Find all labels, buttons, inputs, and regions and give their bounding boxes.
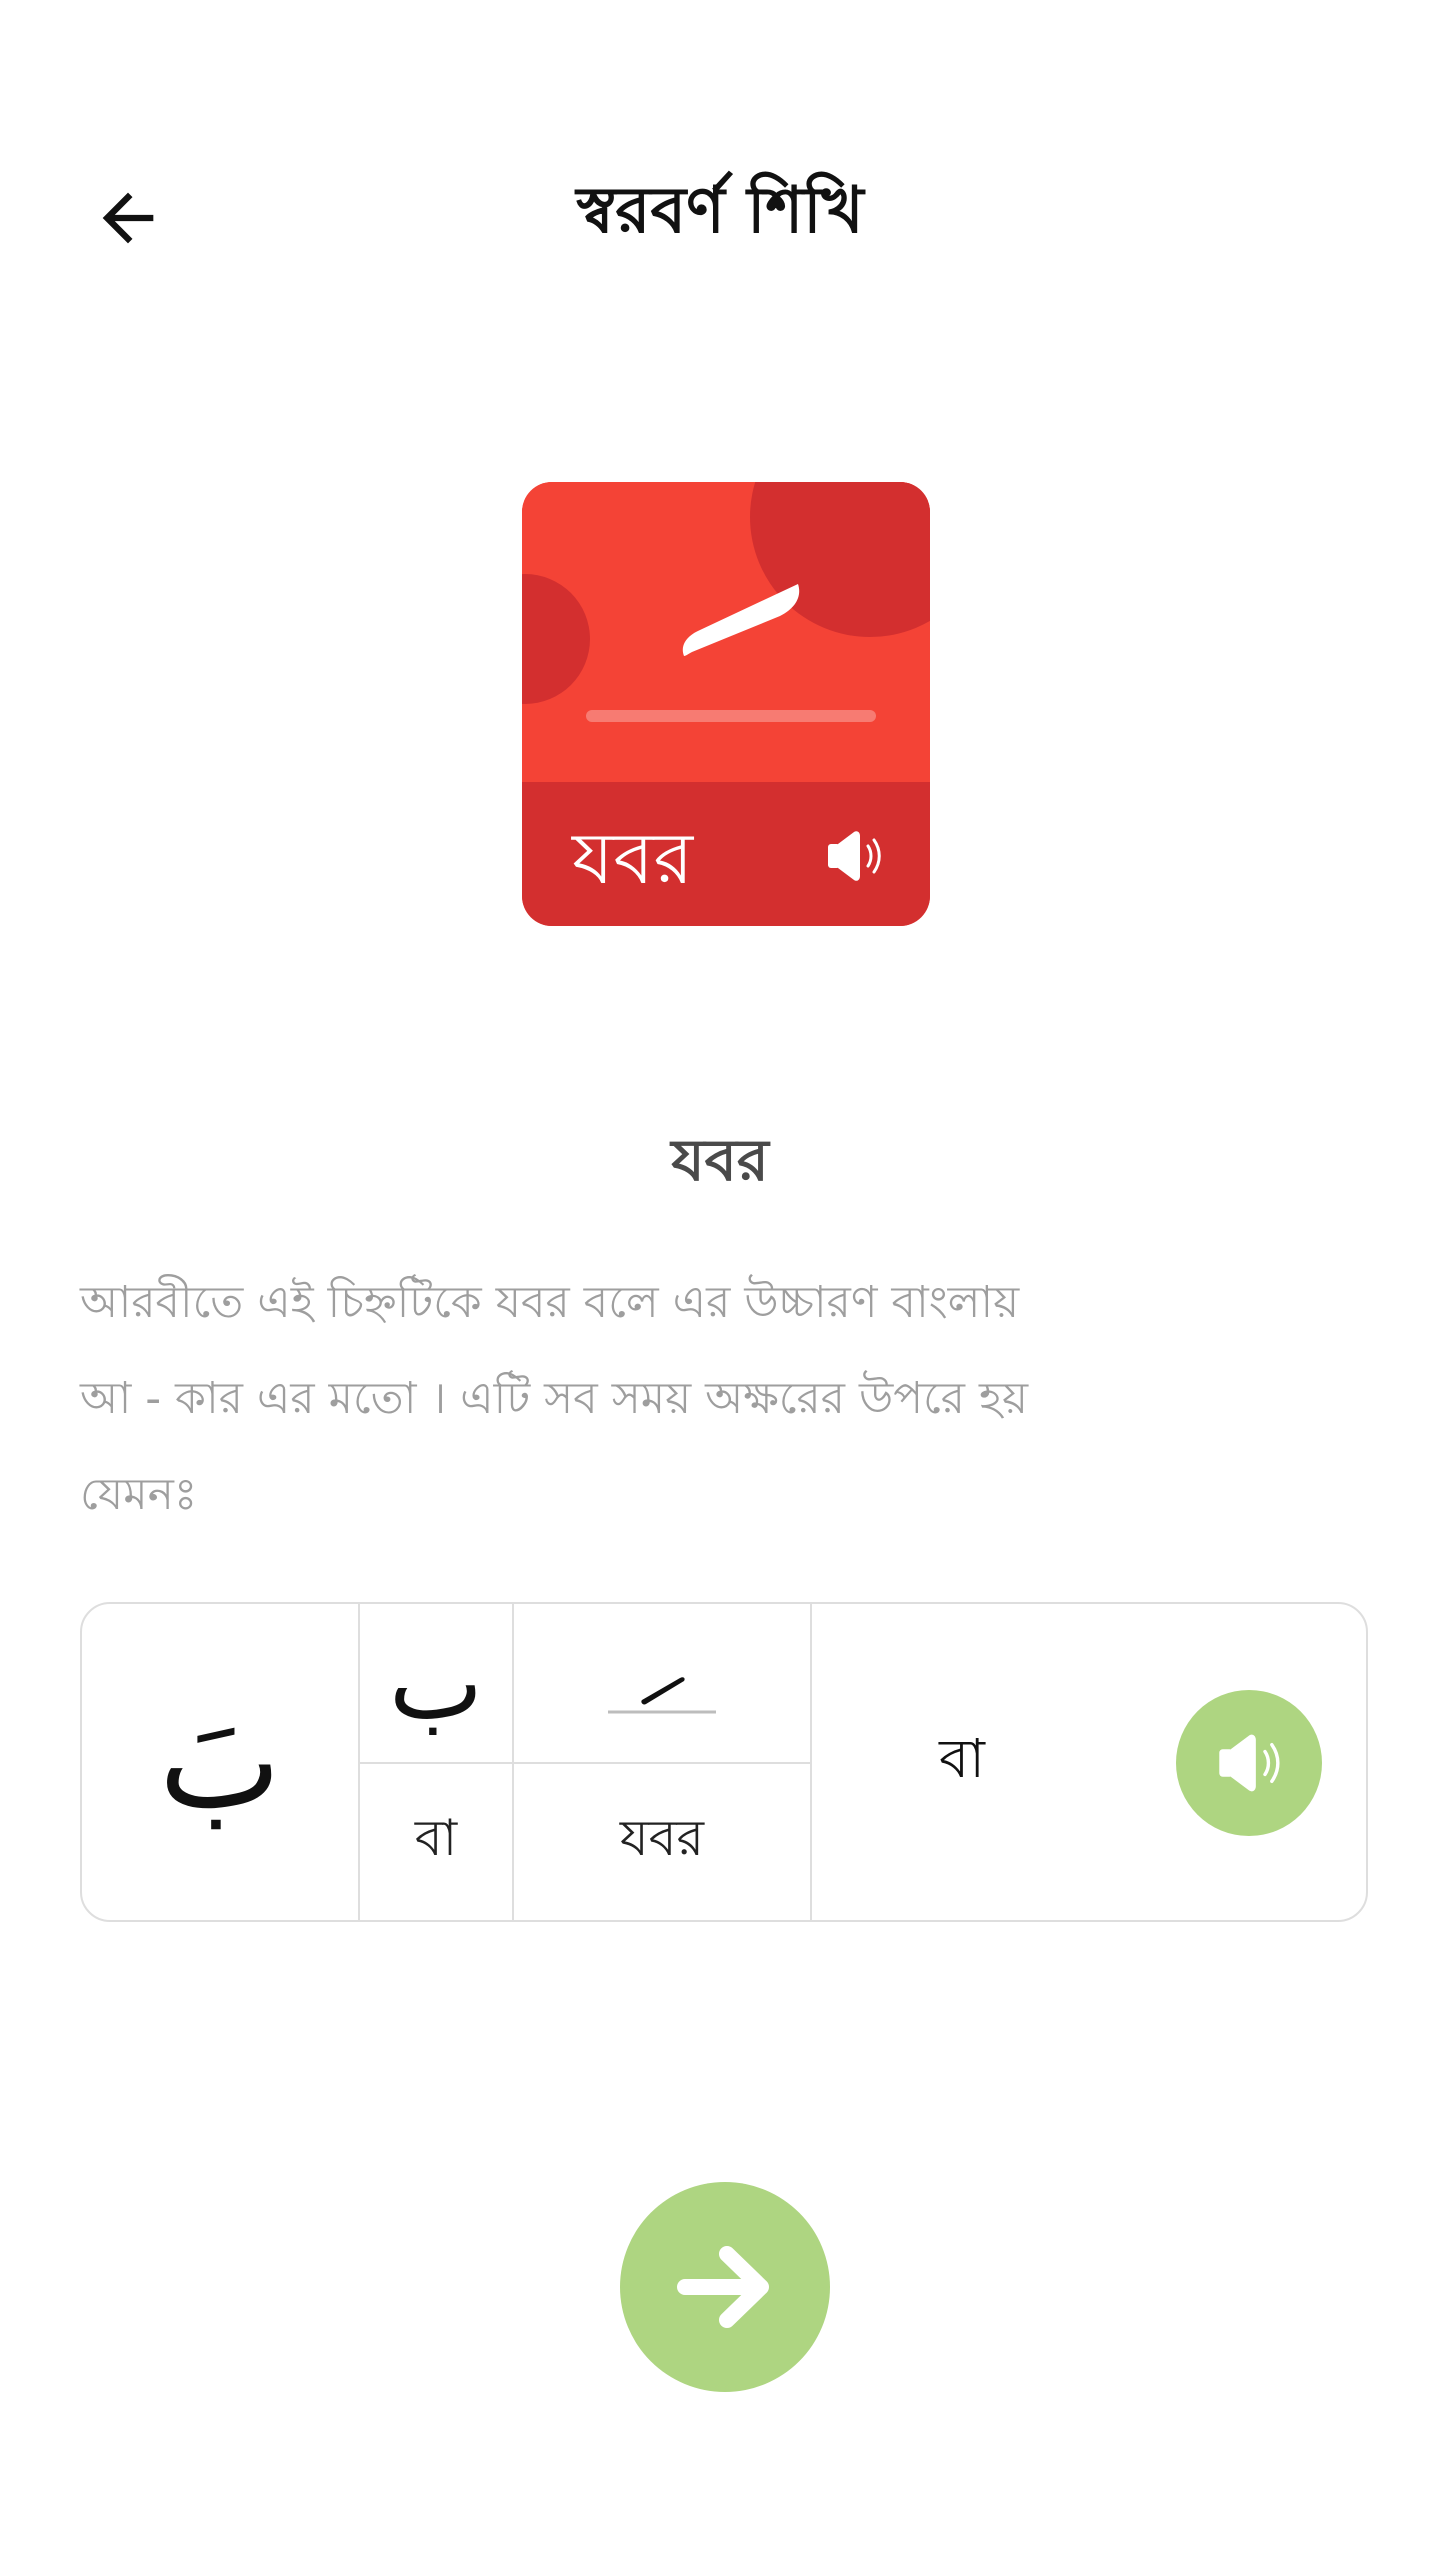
card-mark-name: যবর [572,816,694,900]
card-bottom-panel: যবর [522,782,930,926]
divider [360,1762,810,1764]
zabar-mark-glyph [682,584,800,656]
letter-cell: ب [360,1604,512,1762]
zabar-mark-sample [608,1677,716,1714]
combined-letter-cell: بَ [82,1604,358,1920]
combined-letter: بَ [158,1686,282,1838]
letter-name-cell: বা [360,1764,512,1920]
lesson-description: আরবীতে এই চিহ্নটিকে যবর বলে এর উচ্চারণ ব… [80,1255,1360,1543]
speaker-icon [1219,1734,1280,1792]
card-top-panel [522,482,930,782]
example-table: بَ ب বা যবর বা [80,1602,1368,1922]
result-cell: বা [812,1604,1112,1920]
pronunciation-result: বা [939,1727,985,1790]
description-line: আ - কার এর মতো । এটি সব সময় অক্ষরের উপর… [80,1373,1028,1424]
letter-card[interactable]: যবর [522,482,930,926]
app-header: স্বরবর্ণ শিখি [0,140,1440,280]
arrow-right-icon [677,2246,769,2328]
base-letter: ب [388,1624,484,1742]
base-letter-name: বা [414,1808,458,1867]
description-line: আরবীতে এই চিহ্নটিকে যবর বলে এর উচ্চারণ ব… [80,1277,1020,1328]
decorative-blob [522,574,590,704]
mark-cell [514,1604,810,1762]
next-button[interactable] [620,2182,830,2392]
page-title: স্বরবর্ণ শিখি [576,174,864,248]
lesson-title: যবর [671,1126,769,1194]
mark-name: যবর [619,1808,705,1867]
description-line: যেমনঃ [80,1469,198,1520]
play-sound-button[interactable] [1176,1690,1322,1836]
mark-name-cell: যবর [514,1764,810,1920]
baseline-bar [586,710,876,722]
speaker-icon[interactable] [824,828,884,884]
